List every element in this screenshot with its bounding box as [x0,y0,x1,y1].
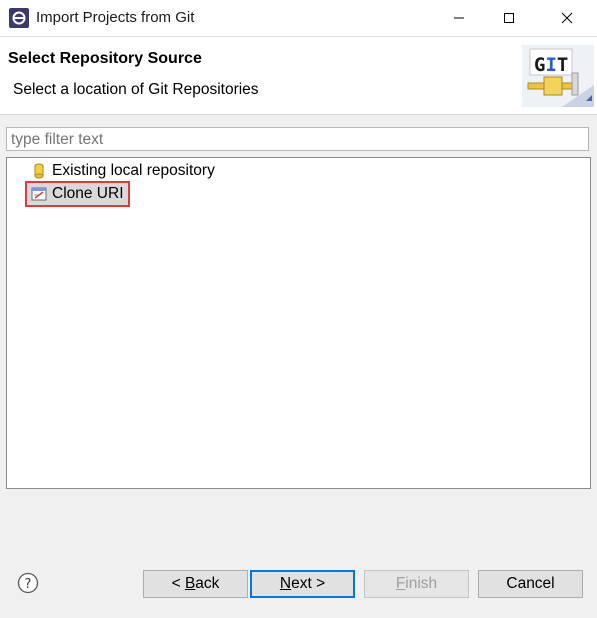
filter-input[interactable] [6,127,589,151]
eclipse-app-icon [9,8,29,28]
svg-text:?: ? [25,577,32,592]
git-logo-icon: GIT [522,45,594,107]
cancel-button[interactable]: Cancel [478,570,583,598]
next-button[interactable]: Next > [250,570,355,598]
tree-item-label: Clone URI [52,185,124,202]
help-icon[interactable]: ? [17,572,39,594]
clone-uri-icon [31,187,47,201]
tree-item-label: Existing local repository [52,162,215,179]
next-button-suffix: > [311,575,326,592]
minimize-icon [454,17,464,19]
back-button-mnemonic: B [184,575,196,592]
git-logo-letter-i: I [545,54,556,76]
svg-text:GIT: GIT [534,54,568,76]
git-logo-letter-t: T [557,54,568,76]
title-bar: Import Projects from Git [0,0,597,37]
finish-button-label: inish [405,575,438,592]
cancel-button-label: Cancel [506,575,555,592]
back-button-prefix: < [171,575,185,592]
finish-button[interactable]: Finish [364,570,469,598]
close-icon [561,12,573,24]
next-button-label: ext [291,575,312,592]
minimize-button[interactable] [436,0,482,36]
page-description: Select a location of Git Repositories [13,81,259,98]
close-button[interactable] [544,0,590,36]
git-logo-letter-g: G [534,54,545,76]
page-title: Select Repository Source [8,50,202,67]
tree-item-existing-local-repository[interactable]: Existing local repository [31,160,215,182]
maximize-button[interactable] [486,0,532,36]
wizard-header: Select Repository Source Select a locati… [0,37,597,115]
tree-item-clone-uri[interactable]: Clone URI [25,181,130,207]
back-button-label: ack [195,575,220,592]
repository-source-tree[interactable]: Existing local repository Clone URI [6,157,591,489]
back-button[interactable]: < Back [143,570,248,598]
maximize-icon [504,13,514,23]
finish-button-mnemonic: F [395,575,406,592]
window-title: Import Projects from Git [36,9,195,26]
repository-icon [34,163,44,179]
next-button-mnemonic: N [279,575,292,592]
